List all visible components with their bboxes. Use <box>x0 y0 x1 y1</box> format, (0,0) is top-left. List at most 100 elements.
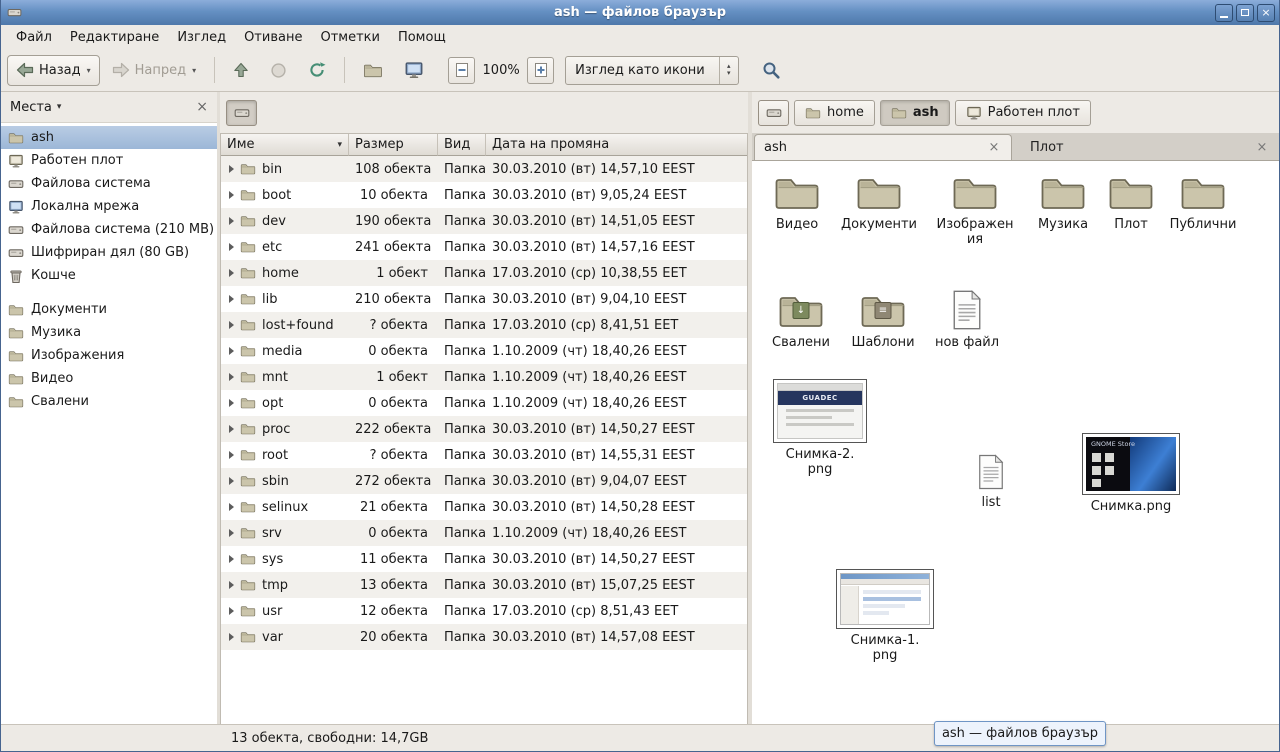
sidebar-item[interactable]: Шифриран дял (80 GB) <box>1 241 217 264</box>
table-row[interactable]: root ? обекта Папка 30.03.2010 (вт) 14,5… <box>221 442 747 468</box>
crumb-ash[interactable]: ash <box>880 100 950 126</box>
sidebar-item[interactable]: Документи <box>1 298 217 321</box>
menu-file[interactable]: Файл <box>7 27 61 48</box>
table-row[interactable]: etc 241 обекта Папка 30.03.2010 (вт) 14,… <box>221 234 747 260</box>
table-row[interactable]: lost+found ? обекта Папка 17.03.2010 (ср… <box>221 312 747 338</box>
view-mode-combobox[interactable]: Изглед като икони ▴▾ <box>565 56 739 85</box>
computer-button[interactable] <box>395 55 433 86</box>
table-row[interactable]: mnt 1 обект Папка 1.10.2009 (чт) 18,40,2… <box>221 364 747 390</box>
expander-icon[interactable] <box>229 633 234 641</box>
forward-button[interactable]: Напред ▾ <box>103 55 206 86</box>
column-header-size[interactable]: Размер <box>349 134 438 156</box>
combobox-spinner-icon[interactable]: ▴▾ <box>719 57 738 84</box>
sidebar-close-icon[interactable]: × <box>196 100 208 114</box>
expander-icon[interactable] <box>229 399 234 407</box>
sidebar-item[interactable]: ash <box>1 126 217 149</box>
tab-desktop[interactable]: Плот × <box>1012 134 1279 160</box>
table-row[interactable]: srv 0 обекта Папка 1.10.2009 (чт) 18,40,… <box>221 520 747 546</box>
expander-icon[interactable] <box>229 347 234 355</box>
home-button[interactable] <box>354 55 392 86</box>
icon-item-video[interactable]: Видео <box>754 171 840 232</box>
sidebar-dropdown-icon[interactable]: ▾ <box>57 102 62 112</box>
stop-button[interactable] <box>261 55 296 86</box>
tab-close-icon[interactable]: × <box>1254 139 1270 155</box>
minimize-button[interactable] <box>1215 4 1233 22</box>
expander-icon[interactable] <box>229 503 234 511</box>
up-button[interactable] <box>224 55 258 86</box>
expander-icon[interactable] <box>229 321 234 329</box>
back-button[interactable]: Назад ▾ <box>7 55 100 86</box>
sidebar-title[interactable]: Места <box>10 100 52 115</box>
maximize-button[interactable] <box>1236 4 1254 22</box>
sidebar-item[interactable]: Локална мрежа <box>1 195 217 218</box>
menu-help[interactable]: Помощ <box>389 27 455 48</box>
sidebar-item[interactable]: Музика <box>1 321 217 344</box>
reload-button[interactable] <box>299 55 335 86</box>
table-row[interactable]: boot 10 обекта Папка 30.03.2010 (вт) 9,0… <box>221 182 747 208</box>
table-row[interactable]: sbin 272 обекта Папка 30.03.2010 (вт) 9,… <box>221 468 747 494</box>
expander-icon[interactable] <box>229 217 234 225</box>
expander-icon[interactable] <box>229 451 234 459</box>
sidebar-item[interactable]: Изображения <box>1 344 217 367</box>
icon-item-downloads[interactable]: ↓ Свалени <box>758 289 844 350</box>
icon-item-pictures[interactable]: Изображения <box>932 171 1018 248</box>
expander-icon[interactable] <box>229 425 234 433</box>
crumb-desktop[interactable]: Работен плот <box>955 100 1091 126</box>
sidebar-item[interactable]: Кошче <box>1 264 217 287</box>
icon-item-list-file[interactable]: list <box>948 449 1034 510</box>
expander-icon[interactable] <box>229 165 234 173</box>
column-header-type[interactable]: Вид <box>438 134 486 156</box>
column-header-date[interactable]: Дата на промяна <box>486 134 747 156</box>
icon-item-snimka2[interactable]: GUADEC Снимка-2.png <box>768 379 872 478</box>
expander-icon[interactable] <box>229 555 234 563</box>
table-row[interactable]: proc 222 обекта Папка 30.03.2010 (вт) 14… <box>221 416 747 442</box>
expander-icon[interactable] <box>229 607 234 615</box>
table-row[interactable]: usr 12 обекта Папка 17.03.2010 (ср) 8,51… <box>221 598 747 624</box>
table-row[interactable]: selinux 21 обекта Папка 30.03.2010 (вт) … <box>221 494 747 520</box>
close-button[interactable]: × <box>1257 4 1275 22</box>
expander-icon[interactable] <box>229 191 234 199</box>
sidebar-item[interactable]: Файлова система <box>1 172 217 195</box>
search-button[interactable] <box>752 55 790 86</box>
icon-item-templates[interactable]: ≡ Шаблони <box>840 289 926 350</box>
computer-icon <box>404 60 424 80</box>
expander-icon[interactable] <box>229 477 234 485</box>
menu-go[interactable]: Отиване <box>235 27 311 48</box>
table-row[interactable]: bin 108 обекта Папка 30.03.2010 (вт) 14,… <box>221 156 747 182</box>
icon-item-documents[interactable]: Документи <box>836 171 922 232</box>
table-row[interactable]: lib 210 обекта Папка 30.03.2010 (вт) 9,0… <box>221 286 747 312</box>
expander-icon[interactable] <box>229 373 234 381</box>
expander-icon[interactable] <box>229 581 234 589</box>
table-row[interactable]: var 20 обекта Папка 30.03.2010 (вт) 14,5… <box>221 624 747 650</box>
tab-ash[interactable]: ash × <box>754 134 1012 160</box>
expander-icon[interactable] <box>229 269 234 277</box>
zoom-out-button[interactable] <box>448 57 475 84</box>
sidebar-item[interactable]: Работен плот <box>1 149 217 172</box>
zoom-in-button[interactable] <box>527 57 554 84</box>
table-row[interactable]: tmp 13 обекта Папка 30.03.2010 (вт) 15,0… <box>221 572 747 598</box>
table-row[interactable]: sys 11 обекта Папка 30.03.2010 (вт) 14,5… <box>221 546 747 572</box>
menu-edit[interactable]: Редактиране <box>61 27 168 48</box>
taskbar-window-button[interactable]: ash — файлов браузър <box>934 721 1106 746</box>
menu-view[interactable]: Изглед <box>168 27 235 48</box>
icon-item-snimka1[interactable]: Снимка-1.png <box>832 569 938 664</box>
sidebar-item[interactable]: Видео <box>1 367 217 390</box>
root-crumb-button[interactable] <box>758 100 789 126</box>
expander-icon[interactable] <box>229 243 234 251</box>
tab-close-icon[interactable]: × <box>986 140 1002 156</box>
icon-item-public[interactable]: Публични <box>1160 171 1246 232</box>
root-crumb-button[interactable] <box>226 100 257 126</box>
column-header-name[interactable]: Име ▾ <box>221 134 349 156</box>
icon-item-snimka[interactable]: GNOME Store Снимка.png <box>1078 433 1184 514</box>
expander-icon[interactable] <box>229 295 234 303</box>
sidebar-item[interactable]: Свалени <box>1 390 217 413</box>
crumb-home[interactable]: home <box>794 100 875 126</box>
table-row[interactable]: media 0 обекта Папка 1.10.2009 (чт) 18,4… <box>221 338 747 364</box>
icon-item-new-file[interactable]: нов файл <box>924 289 1010 350</box>
table-row[interactable]: opt 0 обекта Папка 1.10.2009 (чт) 18,40,… <box>221 390 747 416</box>
table-row[interactable]: home 1 обект Папка 17.03.2010 (ср) 10,38… <box>221 260 747 286</box>
table-row[interactable]: dev 190 обекта Папка 30.03.2010 (вт) 14,… <box>221 208 747 234</box>
expander-icon[interactable] <box>229 529 234 537</box>
sidebar-item[interactable]: Файлова система (210 MB) <box>1 218 217 241</box>
menu-bookmarks[interactable]: Отметки <box>311 27 388 48</box>
